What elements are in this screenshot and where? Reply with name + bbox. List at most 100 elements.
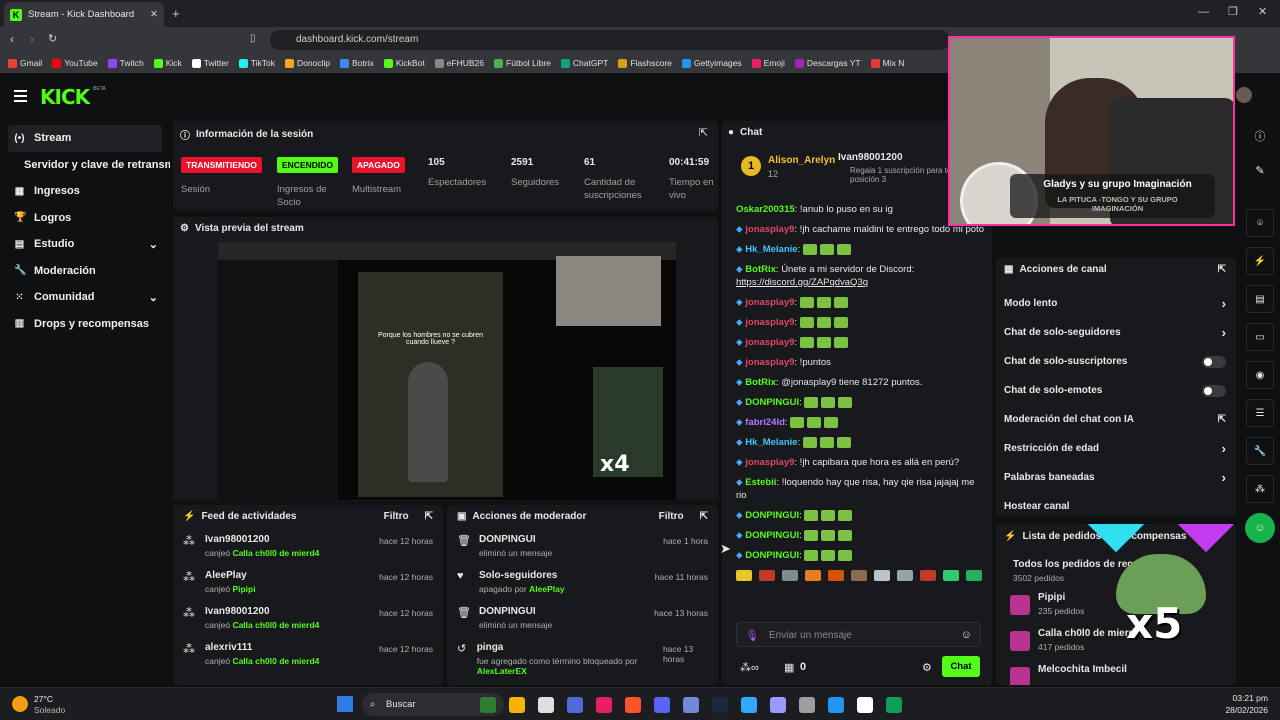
- taskbar-app-icon[interactable]: [567, 697, 583, 713]
- toggle-switch[interactable]: [1202, 384, 1226, 397]
- new-tab-icon[interactable]: +: [172, 6, 180, 21]
- feed-row[interactable]: ⁂ Ivan98001200 canjeó Calla ch0l0 de mierd…: [183, 528, 433, 564]
- channel-action-row[interactable]: Restricción de edad ›: [1004, 434, 1236, 463]
- stream-preview-video[interactable]: Porque los hombres no se cubren cuando l…: [218, 242, 676, 500]
- emote-icon[interactable]: [805, 569, 821, 581]
- tools-icon[interactable]: 🔧: [1246, 437, 1274, 465]
- bookmark-item[interactable]: Mix N: [870, 58, 904, 68]
- edit-icon[interactable]: ✎: [1240, 164, 1280, 177]
- mod-row[interactable]: 🗑 DONPINGUI eliminó un mensaje hace 1 hora: [457, 528, 708, 564]
- mod-row[interactable]: ♥ Solo-seguidores apagado por AleePlay hace…: [457, 564, 708, 600]
- taskbar-app-icon[interactable]: [509, 697, 525, 713]
- chat-username[interactable]: jonasplay9: [745, 357, 794, 368]
- emote-icon[interactable]: [851, 569, 867, 581]
- taskbar-app-icon[interactable]: [654, 697, 670, 713]
- sidebar-item-drops[interactable]: ▥ Drops y recompensas: [0, 311, 170, 338]
- popout-icon[interactable]: ⇱: [700, 511, 708, 522]
- emote-icon[interactable]: [874, 569, 890, 581]
- bookmark-item[interactable]: TikTok: [238, 58, 275, 68]
- bookmark-item[interactable]: ChatGPT: [560, 58, 608, 68]
- sidebar-item-stream-key[interactable]: Servidor y clave de retransmisión: [0, 152, 170, 179]
- bookmark-item[interactable]: Descargas YT: [794, 58, 861, 68]
- chat-username[interactable]: Estebii: [745, 477, 776, 488]
- message-icon[interactable]: ▭: [1246, 323, 1274, 351]
- chat-username[interactable]: DONPINGUI: [745, 530, 799, 541]
- support-icon[interactable]: ☺: [1245, 513, 1275, 543]
- chat-username[interactable]: DONPINGUI: [745, 510, 799, 521]
- chat-username[interactable]: Hk_Melanie: [745, 437, 797, 448]
- close-tab-icon[interactable]: ✕: [150, 9, 158, 20]
- back-icon[interactable]: ‹: [10, 32, 14, 46]
- taskbar-app-icon[interactable]: [770, 697, 786, 713]
- url-field[interactable]: dashboard.kick.com/stream: [270, 30, 950, 50]
- sidebar-item-ingresos[interactable]: ▦ Ingresos: [0, 178, 170, 205]
- bookmark-item[interactable]: Fútbol Libre: [494, 58, 551, 68]
- channel-action-row[interactable]: Moderación del chat con IA ⇱: [1004, 405, 1236, 434]
- popout-icon[interactable]: ⇱: [699, 126, 708, 139]
- chat-username[interactable]: DONPINGUI: [745, 550, 799, 561]
- mod-row[interactable]: ↺ pinga fue agregado como término bloquead…: [457, 636, 708, 676]
- send-chat-button[interactable]: Chat: [942, 656, 980, 677]
- reload-icon[interactable]: ↻: [48, 32, 57, 45]
- chat-username[interactable]: Hk_Melanie: [745, 244, 797, 255]
- chat-input[interactable]: 🎙 Enviar un mensaje ☺: [736, 622, 981, 647]
- feed-row[interactable]: ⁂ Ivan98001200 canjeó Calla ch0l0 de mierd…: [183, 600, 433, 636]
- forward-icon[interactable]: ›: [30, 32, 34, 46]
- taskbar-app-icon[interactable]: [886, 697, 902, 713]
- taskbar-app-icon[interactable]: [596, 697, 612, 713]
- windows-start-icon[interactable]: [337, 696, 353, 712]
- emote-icon[interactable]: [920, 569, 936, 581]
- broadcast-icon[interactable]: ◉: [1246, 361, 1274, 389]
- taskbar-app-icon[interactable]: [538, 697, 554, 713]
- mod-filter-button[interactable]: Filtro: [659, 511, 684, 522]
- kick-logo[interactable]: KICK: [40, 85, 90, 109]
- chat-username[interactable]: BotRix: [745, 377, 776, 388]
- emote-icon[interactable]: [782, 569, 798, 581]
- store-icon[interactable]: ▦: [784, 661, 794, 674]
- camera-icon[interactable]: ⌾: [1246, 209, 1274, 237]
- clipboard-icon[interactable]: ▤: [1246, 285, 1274, 313]
- emote-icon[interactable]: [897, 569, 913, 581]
- popout-icon[interactable]: ⇱: [1218, 264, 1226, 275]
- sidebar-item-comunidad[interactable]: ⁙ Comunidad ⌄: [0, 284, 170, 311]
- bookmark-item[interactable]: Twitter: [191, 58, 229, 68]
- bookmark-item[interactable]: Twitch: [107, 58, 144, 68]
- channel-action-row[interactable]: Chat de solo-seguidores ›: [1004, 318, 1236, 347]
- taskbar-app-icon[interactable]: [857, 697, 873, 713]
- taskbar-app-icon[interactable]: [712, 697, 728, 713]
- chat-username[interactable]: jonasplay9: [745, 337, 794, 348]
- channel-action-row[interactable]: Modo lento ›: [1004, 289, 1236, 318]
- emote-icon[interactable]: [943, 569, 959, 581]
- emote-icon[interactable]: [828, 569, 844, 581]
- taskbar-app-icon[interactable]: [799, 697, 815, 713]
- mic-icon[interactable]: 🎙: [745, 629, 759, 642]
- avatar[interactable]: [1236, 87, 1252, 103]
- chat-username[interactable]: BotRix: [745, 264, 776, 275]
- chat-username[interactable]: jonasplay9: [745, 297, 794, 308]
- maximize-icon[interactable]: ❐: [1228, 5, 1238, 18]
- bookmark-item[interactable]: Donoclip: [285, 58, 330, 68]
- minimize-icon[interactable]: —: [1198, 6, 1209, 18]
- bookmark-item[interactable]: Gmail: [8, 58, 42, 68]
- sidebar-item-estudio[interactable]: ▤ Estudio ⌄: [0, 231, 170, 258]
- chat-settings-icon[interactable]: ⚙: [922, 661, 932, 674]
- bookmark-icon[interactable]: ▯: [250, 33, 256, 44]
- sidebar-item-logros[interactable]: 🏆 Logros: [0, 205, 170, 232]
- list-icon[interactable]: ☰: [1246, 399, 1274, 427]
- feed-row[interactable]: ⁂ AleePlay canjeó Pipipi hace 12 horas: [183, 564, 433, 600]
- chat-username[interactable]: jonasplay9: [745, 224, 794, 235]
- sidebar-item-stream[interactable]: (•) Stream: [8, 125, 162, 152]
- channel-action-row[interactable]: Hostear canal: [1004, 492, 1236, 521]
- channel-action-row[interactable]: Chat de solo-suscriptores: [1004, 347, 1236, 376]
- chat-username[interactable]: fabri24ld: [745, 417, 785, 428]
- bookmark-item[interactable]: Emoji: [751, 58, 785, 68]
- sidebar-item-moderacion[interactable]: 🔧 Moderación: [0, 258, 170, 285]
- emote-icon[interactable]: [759, 569, 775, 581]
- bookmark-item[interactable]: Flashscore: [618, 58, 672, 68]
- emoji-icon[interactable]: ☺: [961, 629, 972, 641]
- bookmark-item[interactable]: Kick: [153, 58, 182, 68]
- channel-action-row[interactable]: Chat de solo-emotes: [1004, 376, 1236, 405]
- bookmark-item[interactable]: eFHUB26: [434, 58, 484, 68]
- points-icon[interactable]: ⁂∞: [740, 661, 759, 674]
- bookmark-item[interactable]: Gettyimages: [681, 58, 742, 68]
